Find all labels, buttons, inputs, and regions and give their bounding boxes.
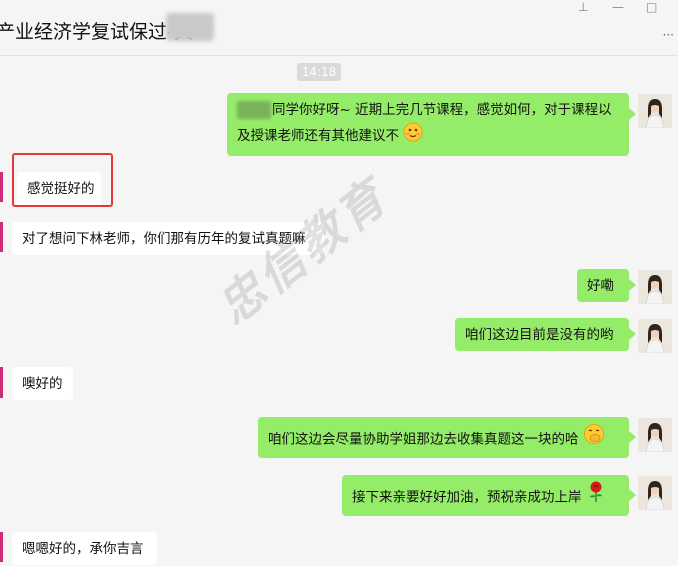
message-text: 同学你好呀~ 近期上完几节课程，感觉如何，对于课程以及授课老师还有其他建议不: [237, 102, 612, 144]
unread-marker: [0, 222, 3, 252]
chat-title-bar: 产业经济学复试保过-关 ⊥ — □ ···: [0, 0, 678, 56]
message-bubble-sent[interactable]: 同学你好呀~ 近期上完几节课程，感觉如何，对于课程以及授课老师还有其他建议不: [227, 93, 629, 156]
smiling-face-emoji-icon: [403, 122, 423, 150]
hand-over-mouth-emoji-icon: [583, 423, 605, 456]
message-timestamp: 14:18: [297, 63, 341, 81]
minimize-icon[interactable]: —: [612, 0, 624, 14]
chat-title: 产业经济学复试保过-关: [0, 21, 193, 43]
message-bubble-sent[interactable]: 好嘞: [577, 269, 629, 302]
message-text: 噢好的: [22, 376, 63, 392]
message-bubble-received[interactable]: 噢好的: [12, 367, 73, 400]
bubble-tail: [629, 279, 636, 291]
redacted-name-blur: [237, 101, 271, 119]
bubble-tail: [629, 431, 636, 443]
bubble-tail: [629, 328, 636, 340]
unread-marker: [0, 367, 3, 398]
message-bubble-sent[interactable]: 咱们这边目前是没有的哟: [455, 318, 629, 351]
avatar[interactable]: [638, 270, 672, 304]
message-text: 嗯嗯好的，承你吉言: [22, 541, 144, 557]
message-text: 好嘞: [587, 278, 614, 294]
highlight-box: [12, 153, 113, 207]
pin-icon[interactable]: ⊥: [578, 0, 588, 14]
rose-emoji-icon: [586, 481, 606, 514]
message-text: 咱们这边会尽量协助学姐那边去收集真题这一块的哈: [268, 431, 579, 448]
message-bubble-sent[interactable]: 咱们这边会尽量协助学姐那边去收集真题这一块的哈: [258, 417, 629, 458]
unread-marker: [0, 532, 3, 562]
avatar[interactable]: [638, 418, 672, 452]
message-bubble-received[interactable]: 嗯嗯好的，承你吉言: [12, 532, 157, 565]
redacted-name-blur: [166, 13, 214, 41]
maximize-icon[interactable]: □: [646, 0, 657, 14]
avatar[interactable]: [638, 476, 672, 510]
message-text: 接下来亲要好好加油，预祝亲成功上岸: [352, 489, 582, 506]
bubble-tail: [629, 108, 636, 120]
bubble-tail: [629, 489, 636, 501]
avatar[interactable]: [638, 319, 672, 353]
message-text: 咱们这边目前是没有的哟: [465, 327, 614, 343]
avatar[interactable]: [638, 94, 672, 128]
message-bubble-sent[interactable]: 接下来亲要好好加油，预祝亲成功上岸: [342, 475, 629, 516]
unread-marker: [0, 172, 3, 202]
more-options-icon[interactable]: ···: [663, 28, 674, 42]
